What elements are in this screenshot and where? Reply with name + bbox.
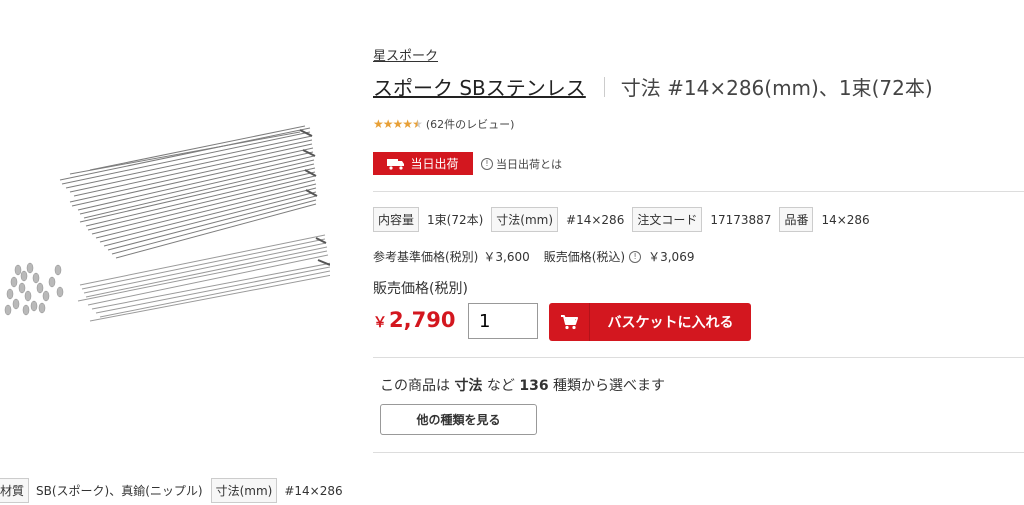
brand-link[interactable]: 星スポーク <box>373 45 438 64</box>
product-variant-spec: 寸法 #14×286(mm)、1束(72本) <box>620 76 933 100</box>
spec-value: 17173887 <box>710 212 772 227</box>
spec-label: 品番 <box>779 207 814 232</box>
spec-label: 内容量 <box>373 207 420 232</box>
variants-count: 136 <box>519 378 549 394</box>
same-day-shipping-label: 当日出荷 <box>410 157 459 171</box>
sale-price-value: 2,790 <box>389 308 456 332</box>
star-icon: ★ <box>402 117 413 131</box>
divider <box>373 357 1024 358</box>
add-to-basket-label: バスケットに入れる <box>607 314 734 330</box>
material-spec-list: 材質 SB(スポーク)、真鍮(ニップル) 寸法(mm) #14×286 <box>0 478 351 503</box>
tax-incl-price-value: ￥3,069 <box>648 250 695 264</box>
info-circle-icon[interactable]: ! <box>629 250 642 263</box>
sale-price: ￥2,790 <box>373 308 455 332</box>
spec-value: SB(スポーク)、真鍮(ニップル) <box>36 484 203 498</box>
variants-suffix: 種類から選べます <box>553 378 666 394</box>
rating[interactable]: ★★★★★ (62件のレビュー) <box>373 116 514 132</box>
spec-label: 材質 <box>0 478 30 503</box>
ref-price-label: 参考基準価格(税別) <box>373 250 479 264</box>
same-day-shipping-info-text: 当日出荷とは <box>496 158 562 171</box>
reference-prices: 参考基準価格(税別) ￥3,600 販売価格(税込) ! ￥3,069 <box>373 248 694 265</box>
spokes-photo <box>4 125 343 322</box>
divider <box>373 191 1024 192</box>
tax-incl-price-label: 販売価格(税込) <box>543 250 626 264</box>
other-variants-button[interactable]: 他の種類を見る <box>380 404 537 435</box>
variants-attribute: 寸法 <box>454 378 483 394</box>
star-half-icon: ★ <box>412 117 423 131</box>
spec-list: 内容量 1束(72本) 寸法(mm) #14×286 注文コード 1717388… <box>373 207 878 232</box>
info-circle-icon: ! <box>481 158 493 170</box>
star-rating: ★★★★★ <box>373 117 423 131</box>
sale-price-label: 販売価格(税別) <box>373 281 468 297</box>
star-icon: ★ <box>382 117 394 131</box>
spec-label: 寸法(mm) <box>491 207 559 232</box>
spec-value: #14×286 <box>566 212 625 227</box>
product-name: スポーク SBステンレス <box>373 76 586 100</box>
currency-symbol: ￥ <box>373 315 387 331</box>
star-icon: ★ <box>373 117 384 131</box>
variants-middle: など <box>486 378 515 394</box>
truck-icon <box>387 158 405 170</box>
variants-summary: この商品は 寸法 など 136 種類から選べます <box>380 375 665 395</box>
spec-label: 注文コード <box>632 207 703 232</box>
title-divider <box>603 76 605 97</box>
spec-value: #14×286 <box>284 483 343 498</box>
quantity-input[interactable] <box>468 303 538 339</box>
add-to-basket-button[interactable]: バスケットに入れる <box>549 303 751 341</box>
same-day-shipping-info-link[interactable]: ! 当日出荷とは <box>481 156 562 172</box>
cart-icon <box>549 303 589 341</box>
spec-value: 14×286 <box>821 212 870 227</box>
star-icon: ★ <box>392 117 404 131</box>
variants-prefix: この商品は <box>380 378 450 394</box>
same-day-shipping-badge: 当日出荷 <box>373 152 473 175</box>
product-title: スポーク SBステンレス 寸法 #14×286(mm)、1束(72本) <box>373 72 933 101</box>
product-image[interactable] <box>0 110 343 340</box>
ref-price-value: ￥3,600 <box>483 250 530 264</box>
review-count-link[interactable]: (62件のレビュー) <box>426 116 515 132</box>
spec-value: 1束(72本) <box>427 213 484 227</box>
spec-label: 寸法(mm) <box>210 478 278 503</box>
divider <box>373 452 1024 453</box>
